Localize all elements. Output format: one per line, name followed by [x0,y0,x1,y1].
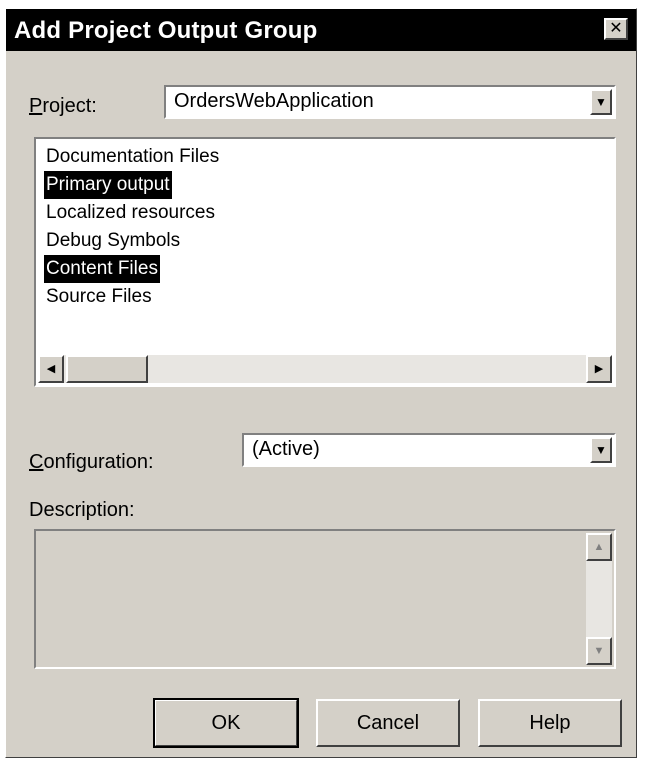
arrow-down-icon: ▼ [593,645,605,657]
list-item[interactable]: Localized resources [44,199,217,227]
dialog-title: Add Project Output Group [14,17,318,44]
list-item[interactable]: Content Files [44,255,160,283]
project-dropdown[interactable]: OrdersWebApplication ▼ [164,85,616,119]
list-item[interactable]: Debug Symbols [44,227,182,255]
list-item[interactable]: Source Files [44,283,154,311]
arrow-right-icon: ▶ [594,363,604,375]
ok-button[interactable]: OK [153,698,299,748]
help-button[interactable]: Help [478,699,622,747]
arrow-left-icon: ◀ [46,363,56,375]
scroll-up-button[interactable]: ▲ [586,533,612,561]
horizontal-scrollbar[interactable]: ◀ ▶ [38,355,612,383]
chevron-down-icon: ▼ [595,443,607,457]
description-label: Description: [29,499,135,521]
configuration-dropdown-button[interactable]: ▼ [590,437,612,463]
arrow-up-icon: ▲ [593,541,605,553]
list-item[interactable]: Documentation Files [44,143,221,171]
vertical-scrollbar[interactable]: ▲ ▼ [586,533,612,665]
cancel-button[interactable]: Cancel [316,699,460,747]
configuration-dropdown[interactable]: (Active) ▼ [242,433,616,467]
scroll-left-button[interactable]: ◀ [38,355,64,383]
configuration-label: Configuration: [29,451,154,473]
title-bar[interactable]: Add Project Output Group ✕ [6,9,636,51]
list-item[interactable]: Primary output [44,171,172,199]
scroll-down-button[interactable]: ▼ [586,637,612,665]
add-project-output-group-dialog: Add Project Output Group ✕ Project: Orde… [5,8,637,758]
description-box: ▲ ▼ [34,529,616,669]
output-group-list[interactable]: Documentation Files Primary output Localiz… [34,137,616,387]
close-icon: ✕ [609,20,623,37]
close-button[interactable]: ✕ [604,18,628,40]
chevron-down-icon: ▼ [595,95,607,109]
scroll-thumb[interactable] [66,355,148,383]
configuration-value: (Active) [252,438,320,460]
project-value: OrdersWebApplication [174,90,374,112]
project-dropdown-button[interactable]: ▼ [590,89,612,115]
scroll-right-button[interactable]: ▶ [586,355,612,383]
project-label: Project: [29,95,97,117]
